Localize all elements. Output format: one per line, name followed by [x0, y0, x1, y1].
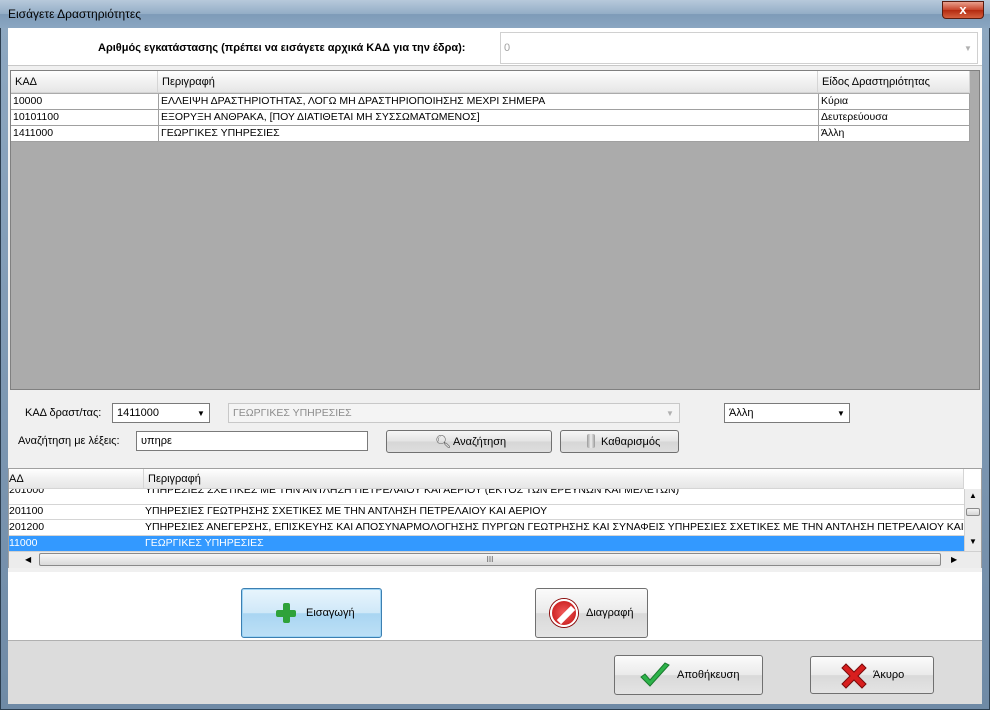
chevron-down-icon[interactable]: ▼ — [969, 537, 977, 546]
table-row[interactable]: 201100 ΥΠΗΡΕΣΙΕΣ ΓΕΩΤΡΗΣΗΣ ΣΧΕΤΙΚΕΣ ΜΕ Τ… — [9, 504, 964, 520]
table-cell-description[interactable]: ΕΛΛΕΙΨΗ ΔΡΑΣΤΗΡΙΟΤΗΤΑΣ, ΛΟΓΩ ΜΗ ΔΡΑΣΤΗΡΙ… — [159, 94, 819, 110]
column-header-type[interactable]: Είδος Δραστηριότητας — [818, 71, 970, 93]
table-cell-type[interactable]: Δευτερεύουσα — [819, 110, 970, 126]
chevron-down-icon[interactable]: ▼ — [197, 409, 205, 418]
search-button-label: Αναζήτηση — [453, 436, 507, 448]
column-header-description[interactable]: Περιγραφή — [144, 469, 964, 489]
save-button[interactable]: Αποθήκευση — [614, 655, 763, 695]
scrollbar-thumb[interactable]: III — [39, 553, 941, 566]
table-cell-kad: 201200 — [9, 521, 45, 533]
description-combo[interactable]: ΓΕΩΡΓΙΚΕΣ ΥΠΗΡΕΣΙΕΣ ▼ — [228, 403, 680, 423]
window-title: Εισάγετε Δραστηριότητες — [8, 7, 142, 21]
table-row[interactable]: 201200 ΥΠΗΡΕΣΙΕΣ ΑΝΕΓΕΡΣΗΣ, ΕΠΙΣΚΕΥΗΣ ΚΑ… — [9, 520, 964, 536]
installation-label: Αριθμός εγκατάστασης (πρέπει να εισάγετε… — [98, 42, 466, 54]
cancel-button-label: Άκυρο — [873, 669, 905, 681]
table-cell-description[interactable]: ΓΕΩΡΓΙΚΕΣ ΥΠΗΡΕΣΙΕΣ — [159, 126, 819, 142]
chevron-left-icon[interactable]: ◀ — [25, 555, 31, 564]
plus-icon — [276, 603, 296, 623]
installation-value: 0 — [504, 42, 511, 54]
search-label: Αναζήτηση με λέξεις: — [18, 435, 120, 447]
delete-button-label: Διαγραφή — [586, 607, 634, 619]
insert-button[interactable]: Εισαγωγή — [241, 588, 382, 638]
search-icon: 🔍︎ — [435, 434, 452, 449]
kad-value: 1411000 — [117, 407, 160, 419]
horizontal-scrollbar[interactable]: ◀ III ▶ — [9, 551, 981, 568]
column-header-kad[interactable]: ΑΔ — [9, 469, 144, 489]
column-header-kad[interactable]: ΚΑΔ — [11, 71, 158, 93]
table-cell-description: ΓΕΩΡΓΙΚΕΣ ΥΠΗΡΕΣΙΕΣ — [145, 537, 264, 549]
search-input[interactable]: υπηρε — [136, 431, 368, 451]
cancel-button[interactable]: Άκυρο — [810, 656, 934, 694]
vertical-scrollbar[interactable]: ▲ ▼ — [964, 489, 981, 551]
title-bar[interactable] — [0, 0, 990, 28]
kad-label: ΚΑΔ δραστ/τας: — [25, 407, 102, 419]
description-value: ΓΕΩΡΓΙΚΕΣ ΥΠΗΡΕΣΙΕΣ — [233, 407, 352, 419]
save-button-label: Αποθήκευση — [677, 669, 740, 681]
table-cell-kad[interactable]: 10000 — [11, 94, 159, 110]
column-header-description[interactable]: Περιγραφή — [158, 71, 818, 93]
table-cell-description: ΥΠΗΡΕΣΙΕΣ ΣΧΕΤΙΚΕΣ ΜΕ ΤΗΝ ΑΝΤΛΗΣΗ ΠΕΤΡΕΛ… — [145, 489, 680, 496]
search-input-value: υπηρε — [141, 435, 172, 447]
activity-type-combo[interactable]: Άλλη ▼ — [724, 403, 850, 423]
table-cell-description: ΥΠΗΡΕΣΙΕΣ ΑΝΕΓΕΡΣΗΣ, ΕΠΙΣΚΕΥΗΣ ΚΑΙ ΑΠΟΣΥ… — [145, 521, 964, 533]
search-button[interactable]: 🔍︎ Αναζήτηση — [386, 430, 552, 453]
chevron-down-icon[interactable]: ▼ — [837, 409, 845, 418]
chevron-down-icon[interactable]: ▼ — [964, 44, 972, 53]
eraser-icon — [587, 434, 595, 448]
table-cell-kad[interactable]: 10101100 — [11, 110, 159, 126]
activity-type-value: Άλλη — [729, 407, 754, 419]
close-icon: x — [959, 2, 967, 17]
table-cell-type[interactable]: Κύρια — [819, 94, 970, 110]
table-cell-kad: 201100 — [9, 505, 44, 517]
table-cell-description: ΥΠΗΡΕΣΙΕΣ ΓΕΩΤΡΗΣΗΣ ΣΧΕΤΙΚΕΣ ΜΕ ΤΗΝ ΑΝΤΛ… — [145, 505, 548, 517]
chevron-down-icon[interactable]: ▼ — [666, 409, 674, 418]
checkmark-icon — [640, 662, 670, 687]
table-cell-description[interactable]: ΕΞΟΡΥΞΗ ΑΝΘΡΑΚΑ, [ΠΟΥ ΔΙΑΤΙΘΕΤΑΙ ΜΗ ΣΥΣΣ… — [159, 110, 819, 126]
scrollbar-thumb[interactable] — [966, 508, 980, 516]
table-cell-kad: 201000 — [9, 489, 45, 496]
close-button[interactable]: x — [942, 1, 984, 19]
insert-button-label: Εισαγωγή — [306, 607, 355, 619]
clear-button[interactable]: Καθαρισμός — [560, 430, 679, 453]
clear-button-label: Καθαρισμός — [601, 436, 661, 448]
cross-icon — [841, 663, 867, 689]
table-row-selected[interactable]: 11000 ΓΕΩΡΓΙΚΕΣ ΥΠΗΡΕΣΙΕΣ — [9, 536, 964, 552]
table-row[interactable]: 201000 ΥΠΗΡΕΣΙΕΣ ΣΧΕΤΙΚΕΣ ΜΕ ΤΗΝ ΑΝΤΛΗΣΗ… — [9, 489, 964, 505]
table-cell-kad: 11000 — [9, 537, 38, 549]
delete-button[interactable]: Διαγραφή — [535, 588, 648, 638]
table-cell-kad[interactable]: 1411000 — [11, 126, 159, 142]
chevron-up-icon[interactable]: ▲ — [969, 491, 977, 500]
chevron-right-icon[interactable]: ▶ — [951, 555, 957, 564]
installation-combo[interactable] — [500, 32, 978, 64]
kad-combo[interactable]: 1411000 ▼ — [112, 403, 210, 423]
table-cell-type[interactable]: Άλλη — [819, 126, 970, 142]
no-entry-icon — [550, 599, 578, 627]
action-panel — [8, 572, 982, 640]
